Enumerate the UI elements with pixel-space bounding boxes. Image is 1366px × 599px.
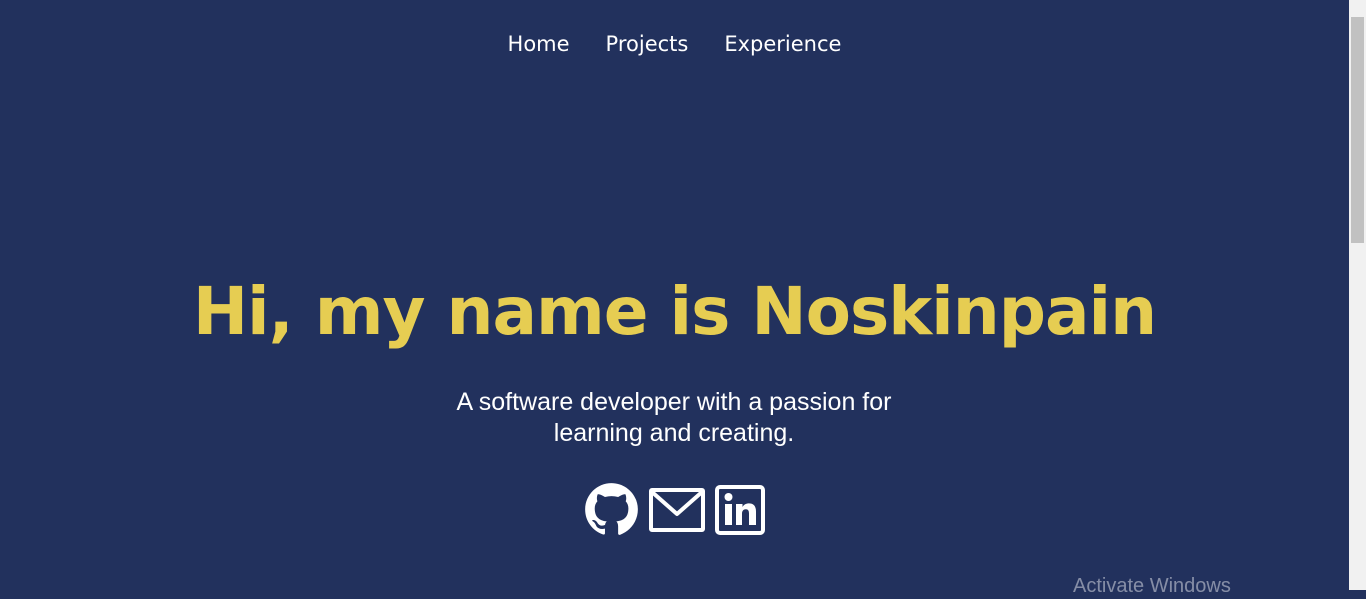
scroll-up-arrow[interactable] [1349,0,1366,17]
page: Home Projects Experience Hi, my name is … [0,0,1349,590]
hero-title: Hi, my name is Noskinpain [192,273,1157,350]
github-icon [585,483,638,535]
linkedin-icon [715,484,765,535]
top-nav: Home Projects Experience [0,28,1349,60]
nav-experience-link[interactable]: Experience [724,28,841,60]
nav-home-link[interactable]: Home [508,28,570,60]
activate-windows-watermark: Activate Windows [1073,575,1231,597]
vertical-scrollbar[interactable] [1349,0,1366,590]
nav-projects-link[interactable]: Projects [606,28,689,60]
linkedin-link[interactable] [715,484,765,535]
social-links [0,482,1349,537]
scrollbar-thumb[interactable] [1351,17,1364,243]
hero-tagline: A software developer with a passion for … [456,388,892,447]
github-link[interactable] [584,482,639,537]
mail-icon [649,487,705,532]
email-link[interactable] [649,487,705,532]
